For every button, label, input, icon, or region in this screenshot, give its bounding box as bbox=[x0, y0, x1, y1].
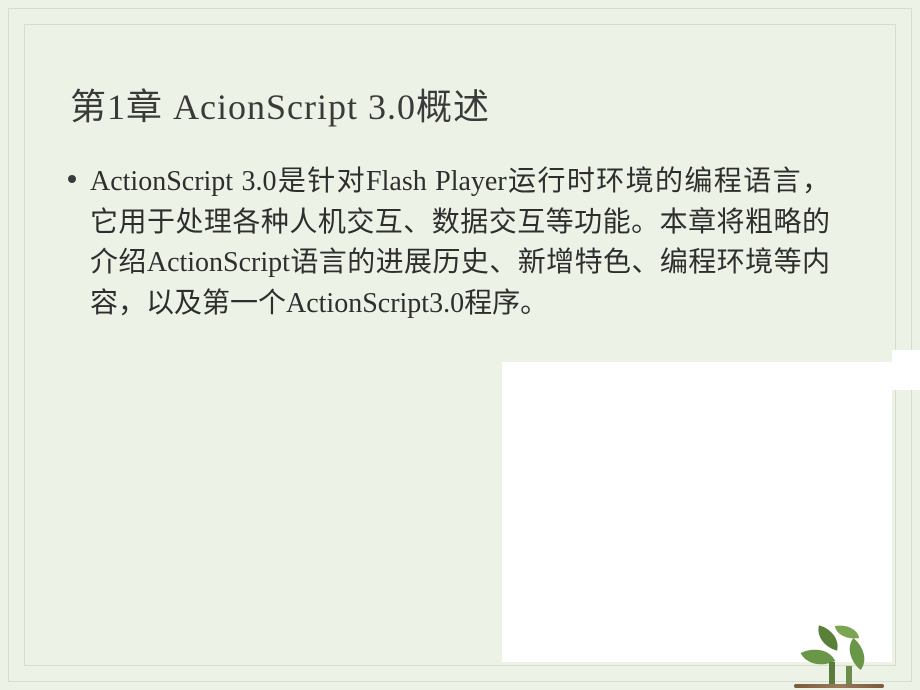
bullet-icon bbox=[68, 175, 76, 183]
slide-title: 第1章 AcionScript 3.0概述 bbox=[70, 78, 490, 130]
ground-line-icon bbox=[794, 684, 884, 688]
plant-illustration bbox=[774, 548, 894, 688]
white-strip bbox=[892, 350, 920, 390]
body-paragraph: ActionScript 3.0是针对Flash Player运行时环境的编程语… bbox=[90, 162, 830, 324]
